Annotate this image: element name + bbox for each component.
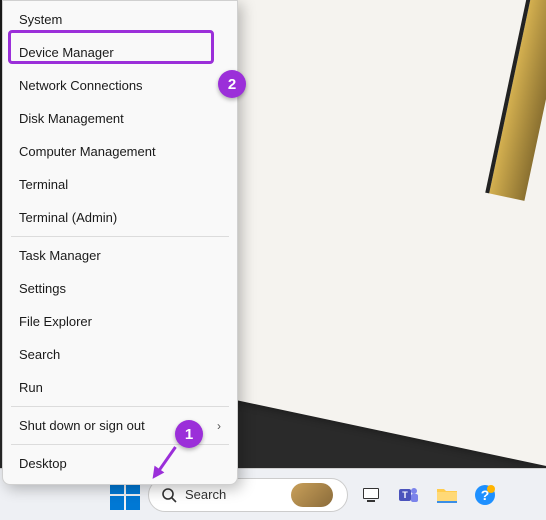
winx-context-menu: System Device Manager Network Connection… bbox=[2, 0, 238, 485]
menu-item-desktop[interactable]: Desktop bbox=[3, 447, 237, 480]
svg-text:T: T bbox=[402, 490, 408, 500]
chevron-right-icon: › bbox=[217, 419, 221, 433]
menu-item-search[interactable]: Search bbox=[3, 338, 237, 371]
menu-item-computer-management[interactable]: Computer Management bbox=[3, 135, 237, 168]
search-icon bbox=[161, 487, 177, 503]
menu-item-run[interactable]: Run bbox=[3, 371, 237, 404]
annotation-step-1: 1 bbox=[175, 420, 203, 448]
menu-item-device-manager[interactable]: Device Manager bbox=[3, 36, 237, 69]
teams-icon[interactable]: T bbox=[394, 480, 424, 510]
menu-item-terminal-admin[interactable]: Terminal (Admin) bbox=[3, 201, 237, 234]
search-label: Search bbox=[185, 487, 226, 502]
menu-item-disk-management[interactable]: Disk Management bbox=[3, 102, 237, 135]
menu-item-system[interactable]: System bbox=[3, 3, 237, 36]
menu-item-terminal[interactable]: Terminal bbox=[3, 168, 237, 201]
file-explorer-icon[interactable] bbox=[432, 480, 462, 510]
help-icon[interactable]: ? bbox=[470, 480, 500, 510]
menu-item-network-connections[interactable]: Network Connections bbox=[3, 69, 237, 102]
annotation-step-2: 2 bbox=[218, 70, 246, 98]
menu-item-file-explorer[interactable]: File Explorer bbox=[3, 305, 237, 338]
menu-separator bbox=[11, 236, 229, 237]
search-highlight-image bbox=[291, 483, 333, 507]
menu-item-task-manager[interactable]: Task Manager bbox=[3, 239, 237, 272]
task-view-button[interactable] bbox=[356, 480, 386, 510]
menu-item-settings[interactable]: Settings bbox=[3, 272, 237, 305]
menu-separator bbox=[11, 406, 229, 407]
